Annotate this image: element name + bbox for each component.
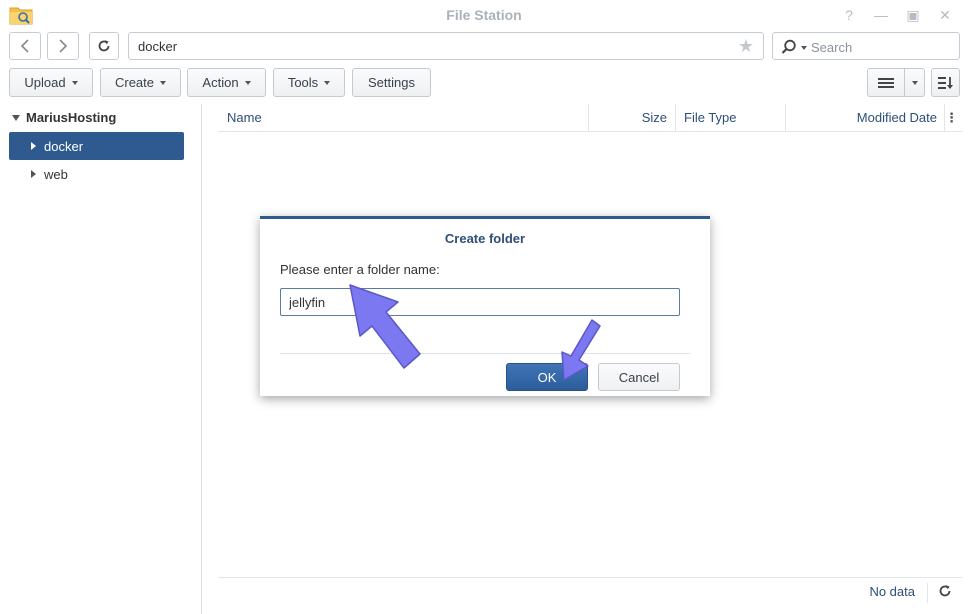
maximize-icon[interactable]: ▣ <box>902 6 924 24</box>
list-view-icon <box>878 77 894 88</box>
create-button[interactable]: Create <box>100 68 181 97</box>
refresh-icon[interactable] <box>938 584 952 601</box>
help-icon[interactable]: ? <box>838 6 860 24</box>
title-bar: File Station ? — ▣ ✕ <box>0 0 968 30</box>
sort-button[interactable] <box>931 68 960 97</box>
tree-root-label: MariusHosting <box>26 110 117 125</box>
list-footer: No data <box>218 577 962 605</box>
chevron-down-icon <box>71 81 78 85</box>
folder-name-label: Please enter a folder name: <box>280 262 440 277</box>
back-button[interactable] <box>9 32 41 60</box>
window-title: File Station <box>446 7 522 23</box>
chevron-down-icon <box>801 45 807 50</box>
column-name[interactable]: Name <box>227 104 262 132</box>
expand-right-icon[interactable] <box>31 142 36 150</box>
folder-name-input[interactable] <box>280 288 680 316</box>
folder-tree: MariusHosting docker web <box>0 104 202 614</box>
tree-item-label: web <box>44 166 68 182</box>
upload-button-label: Upload <box>24 75 66 90</box>
cancel-button[interactable]: Cancel <box>598 363 680 391</box>
minimize-icon[interactable]: — <box>870 6 892 24</box>
chevron-left-icon <box>20 39 29 53</box>
settings-button[interactable]: Settings <box>352 68 431 97</box>
action-button[interactable]: Action <box>187 68 266 97</box>
upload-button[interactable]: Upload <box>9 68 93 97</box>
tools-button[interactable]: Tools <box>273 68 345 97</box>
tree-item-docker[interactable]: docker <box>9 132 184 160</box>
tree-root[interactable]: MariusHosting <box>12 110 116 125</box>
star-icon[interactable]: ★ <box>738 36 754 57</box>
create-folder-dialog: Create folder Please enter a folder name… <box>260 216 710 396</box>
column-file-type[interactable]: File Type <box>684 104 737 132</box>
action-button-label: Action <box>202 75 239 90</box>
expand-right-icon[interactable] <box>31 170 36 178</box>
path-bar[interactable]: docker ★ <box>128 32 764 60</box>
chevron-down-icon <box>160 81 167 85</box>
sort-icon <box>937 76 953 89</box>
chevron-right-icon <box>59 39 68 53</box>
create-button-label: Create <box>114 75 155 90</box>
list-view-button[interactable] <box>867 68 905 97</box>
search-icon[interactable] <box>781 39 807 55</box>
search-input[interactable] <box>811 38 951 56</box>
list-header: Name Size File Type Modified Date ⋮ <box>218 104 962 132</box>
tree-item-label: docker <box>44 138 84 154</box>
column-size[interactable]: Size <box>589 104 667 132</box>
refresh-button[interactable] <box>89 32 119 60</box>
column-modified-date[interactable]: Modified Date <box>786 104 937 132</box>
dialog-title: Create folder <box>444 231 526 246</box>
forward-button[interactable] <box>47 32 79 60</box>
status-text: No data <box>869 584 915 599</box>
chevron-down-icon <box>911 81 918 85</box>
search-box[interactable] <box>772 32 960 60</box>
tools-button-label: Tools <box>287 75 319 90</box>
view-options-dropdown[interactable] <box>904 68 925 97</box>
expand-down-icon[interactable] <box>12 114 20 121</box>
chevron-down-icon <box>324 81 331 85</box>
tree-item-web[interactable]: web <box>9 160 184 188</box>
dialog-divider <box>280 353 690 354</box>
column-menu-icon[interactable]: ⋮ <box>945 104 958 132</box>
refresh-icon <box>98 40 110 52</box>
settings-button-label: Settings <box>368 75 415 90</box>
current-path: docker <box>138 39 178 54</box>
chevron-down-icon <box>244 81 251 85</box>
ok-button[interactable]: OK <box>506 363 588 391</box>
close-icon[interactable]: ✕ <box>934 6 956 24</box>
